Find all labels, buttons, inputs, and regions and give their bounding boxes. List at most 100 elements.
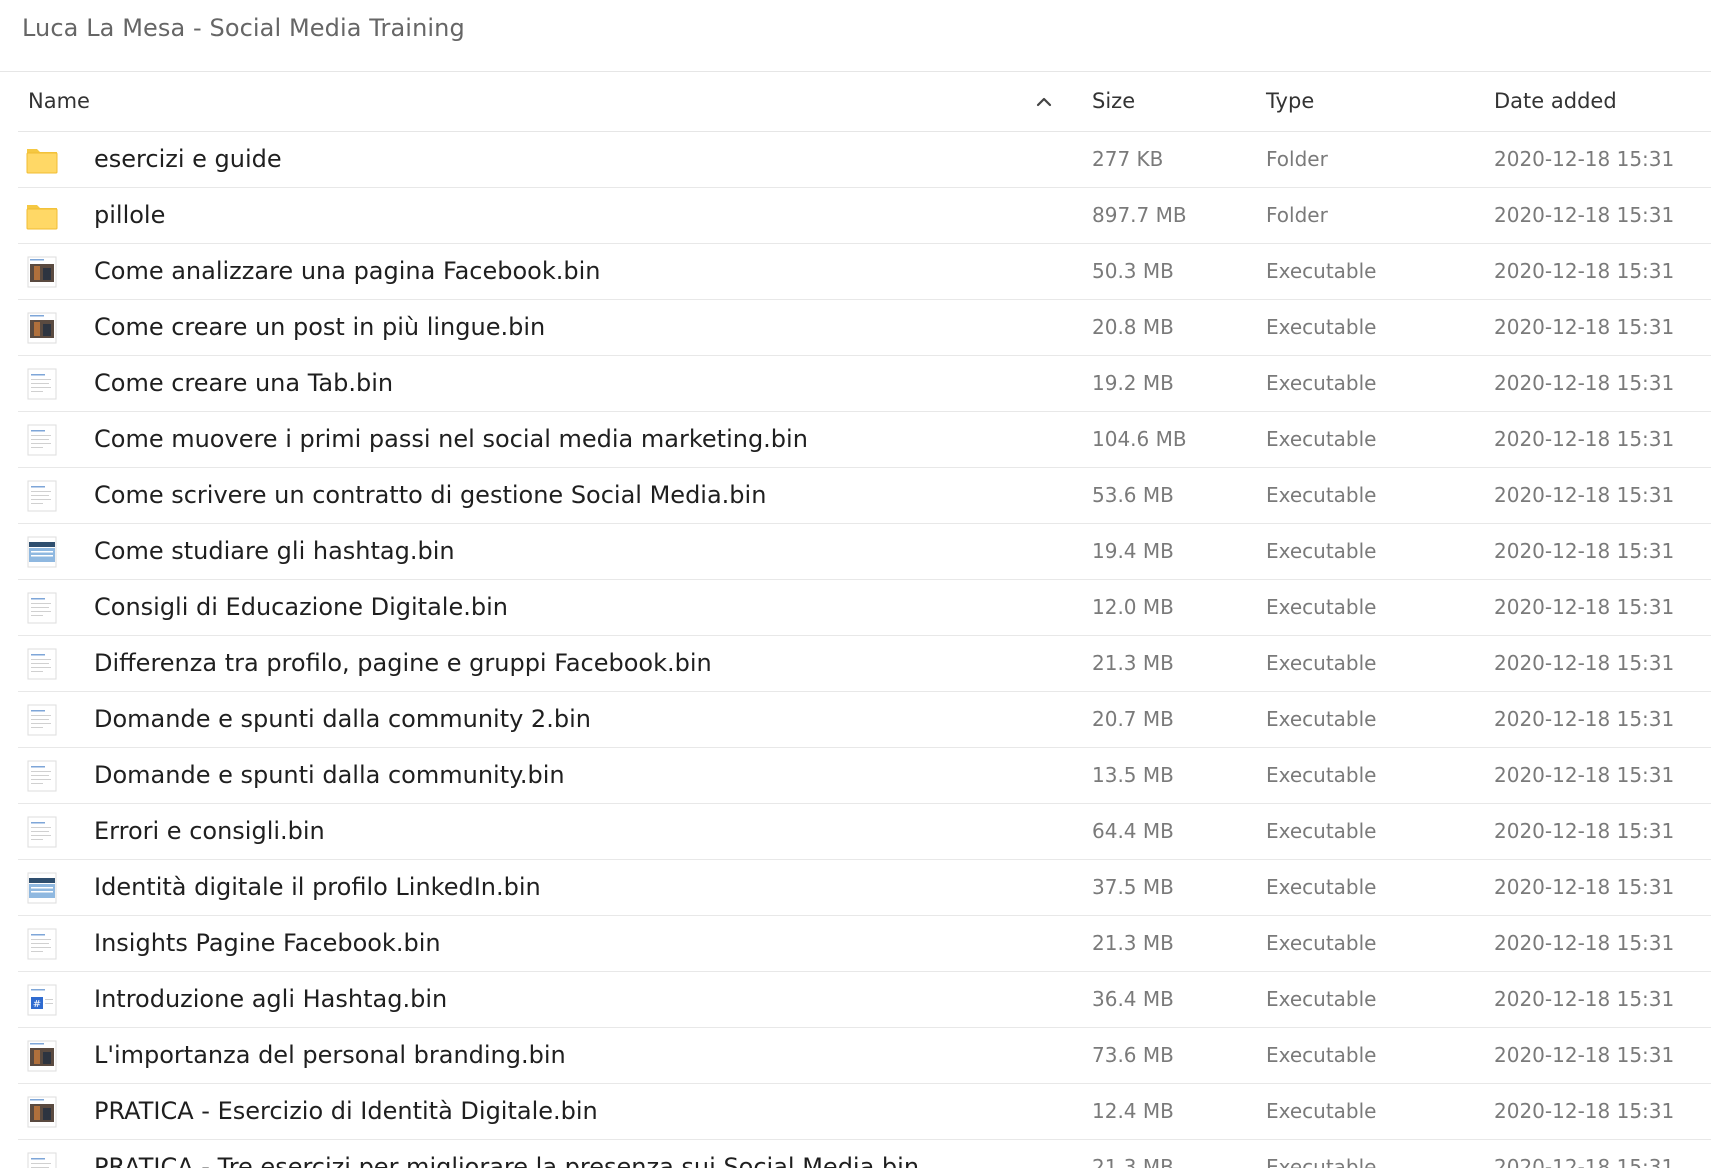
file-type: Executable	[1266, 651, 1377, 675]
file-name[interactable]: esercizi e guide	[94, 145, 282, 173]
file-size: 277 KB	[1092, 147, 1164, 171]
file-type: Executable	[1266, 427, 1377, 451]
file-size: 64.4 MB	[1092, 819, 1174, 843]
file-name[interactable]: PRATICA - Tre esercizi per migliorare la…	[94, 1153, 919, 1168]
file-size: 897.7 MB	[1092, 203, 1187, 227]
file-row[interactable]: L'importanza del personal branding.bin 73…	[18, 1028, 1711, 1084]
photo-thumbnail-icon	[26, 256, 58, 288]
file-row[interactable]: Come studiare gli hashtag.bin 19.4 MB Exec…	[18, 524, 1711, 580]
hashtag-thumbnail-icon: #	[26, 984, 58, 1016]
document-thumbnail-icon	[26, 816, 58, 848]
file-row[interactable]: Domande e spunti dalla community.bin 13.5…	[18, 748, 1711, 804]
photo-thumbnail-icon	[26, 312, 58, 344]
file-row[interactable]: PRATICA - Tre esercizi per migliorare la…	[18, 1140, 1711, 1168]
file-type: Executable	[1266, 483, 1377, 507]
file-date-added: 2020-12-18 15:31	[1494, 1099, 1675, 1123]
file-date-added: 2020-12-18 15:31	[1494, 875, 1675, 899]
file-type: Executable	[1266, 259, 1377, 283]
photo-thumbnail-icon	[26, 1040, 58, 1072]
file-type: Executable	[1266, 539, 1377, 563]
file-browser: Luca La Mesa - Social Media Training Nam…	[0, 0, 1711, 1168]
file-type: Executable	[1266, 819, 1377, 843]
file-size: 36.4 MB	[1092, 987, 1174, 1011]
file-date-added: 2020-12-18 15:31	[1494, 595, 1675, 619]
file-name[interactable]: Come creare una Tab.bin	[94, 369, 393, 397]
file-size: 12.0 MB	[1092, 595, 1174, 619]
file-name[interactable]: Domande e spunti dalla community.bin	[94, 761, 565, 789]
file-date-added: 2020-12-18 15:31	[1494, 1155, 1675, 1168]
file-size: 73.6 MB	[1092, 1043, 1174, 1067]
column-header-size[interactable]: Size	[1092, 89, 1135, 113]
document-thumbnail-icon	[26, 648, 58, 680]
column-header-date[interactable]: Date added	[1494, 89, 1617, 113]
document-thumbnail-icon	[26, 760, 58, 792]
title-bar: Luca La Mesa - Social Media Training	[0, 0, 1711, 72]
file-date-added: 2020-12-18 15:31	[1494, 819, 1675, 843]
file-type: Executable	[1266, 1155, 1377, 1168]
file-row[interactable]: Insights Pagine Facebook.bin 21.3 MB Execu…	[18, 916, 1711, 972]
file-date-added: 2020-12-18 15:31	[1494, 539, 1675, 563]
file-type: Executable	[1266, 987, 1377, 1011]
chevron-up-icon[interactable]	[1032, 90, 1056, 114]
document-thumbnail-icon	[26, 424, 58, 456]
file-name[interactable]: Come scrivere un contratto di gestione S…	[94, 481, 766, 509]
file-row[interactable]: Come creare una Tab.bin 19.2 MB Executable…	[18, 356, 1711, 412]
document-thumbnail-icon	[26, 928, 58, 960]
file-row[interactable]: Differenza tra profilo, pagine e gruppi …	[18, 636, 1711, 692]
svg-text:#: #	[33, 999, 41, 1010]
file-name[interactable]: Domande e spunti dalla community 2.bin	[94, 705, 591, 733]
file-name[interactable]: Come creare un post in più lingue.bin	[94, 313, 545, 341]
file-size: 19.2 MB	[1092, 371, 1174, 395]
column-header-type[interactable]: Type	[1266, 89, 1314, 113]
file-row[interactable]: Come analizzare una pagina Facebook.bin 5…	[18, 244, 1711, 300]
file-size: 20.8 MB	[1092, 315, 1174, 339]
file-name[interactable]: Identità digitale il profilo LinkedIn.bi…	[94, 873, 541, 901]
file-name[interactable]: pillole	[94, 201, 165, 229]
file-type: Folder	[1266, 203, 1328, 227]
file-type: Executable	[1266, 707, 1377, 731]
file-row[interactable]: Come creare un post in più lingue.bin 20.…	[18, 300, 1711, 356]
column-header-name[interactable]: Name	[28, 89, 90, 113]
file-name[interactable]: Come studiare gli hashtag.bin	[94, 537, 455, 565]
file-row[interactable]: Errori e consigli.bin 64.4 MB Executable 20…	[18, 804, 1711, 860]
screen-thumbnail-icon	[26, 872, 58, 904]
file-size: 21.3 MB	[1092, 931, 1174, 955]
file-name[interactable]: Come muovere i primi passi nel social me…	[94, 425, 808, 453]
file-name[interactable]: PRATICA - Esercizio di Identità Digitale…	[94, 1097, 598, 1125]
file-row[interactable]: Identità digitale il profilo LinkedIn.bi…	[18, 860, 1711, 916]
folder-icon	[26, 144, 58, 176]
file-date-added: 2020-12-18 15:31	[1494, 651, 1675, 675]
file-type: Executable	[1266, 875, 1377, 899]
file-name[interactable]: Errori e consigli.bin	[94, 817, 325, 845]
file-row[interactable]: pillole 897.7 MB Folder 2020-12-18 15:31	[18, 188, 1711, 244]
file-size: 104.6 MB	[1092, 427, 1187, 451]
file-row[interactable]: Consigli di Educazione Digitale.bin 12.0 …	[18, 580, 1711, 636]
file-date-added: 2020-12-18 15:31	[1494, 987, 1675, 1011]
file-name[interactable]: Come analizzare una pagina Facebook.bin	[94, 257, 600, 285]
screen-thumbnail-icon	[26, 536, 58, 568]
file-row[interactable]: esercizi e guide 277 KB Folder 2020-12-18 1…	[18, 132, 1711, 188]
document-thumbnail-icon	[26, 592, 58, 624]
file-size: 21.3 MB	[1092, 1155, 1174, 1168]
document-thumbnail-icon	[26, 1152, 58, 1168]
file-type: Executable	[1266, 315, 1377, 339]
file-name[interactable]: Differenza tra profilo, pagine e gruppi …	[94, 649, 712, 677]
photo-thumbnail-icon	[26, 1096, 58, 1128]
file-name[interactable]: Introduzione agli Hashtag.bin	[94, 985, 447, 1013]
file-row[interactable]: Come muovere i primi passi nel social me…	[18, 412, 1711, 468]
file-row[interactable]: Come scrivere un contratto di gestione S…	[18, 468, 1711, 524]
file-date-added: 2020-12-18 15:31	[1494, 371, 1675, 395]
file-name[interactable]: L'importanza del personal branding.bin	[94, 1041, 566, 1069]
file-row[interactable]: # Introduzione agli Hashtag.bin 36.4 MB Exe…	[18, 972, 1711, 1028]
file-row[interactable]: PRATICA - Esercizio di Identità Digitale…	[18, 1084, 1711, 1140]
file-name[interactable]: Insights Pagine Facebook.bin	[94, 929, 441, 957]
file-date-added: 2020-12-18 15:31	[1494, 483, 1675, 507]
file-size: 20.7 MB	[1092, 707, 1174, 731]
document-thumbnail-icon	[26, 480, 58, 512]
file-type: Executable	[1266, 763, 1377, 787]
file-size: 21.3 MB	[1092, 651, 1174, 675]
file-type: Executable	[1266, 595, 1377, 619]
file-name[interactable]: Consigli di Educazione Digitale.bin	[94, 593, 508, 621]
document-thumbnail-icon	[26, 368, 58, 400]
file-row[interactable]: Domande e spunti dalla community 2.bin 20…	[18, 692, 1711, 748]
